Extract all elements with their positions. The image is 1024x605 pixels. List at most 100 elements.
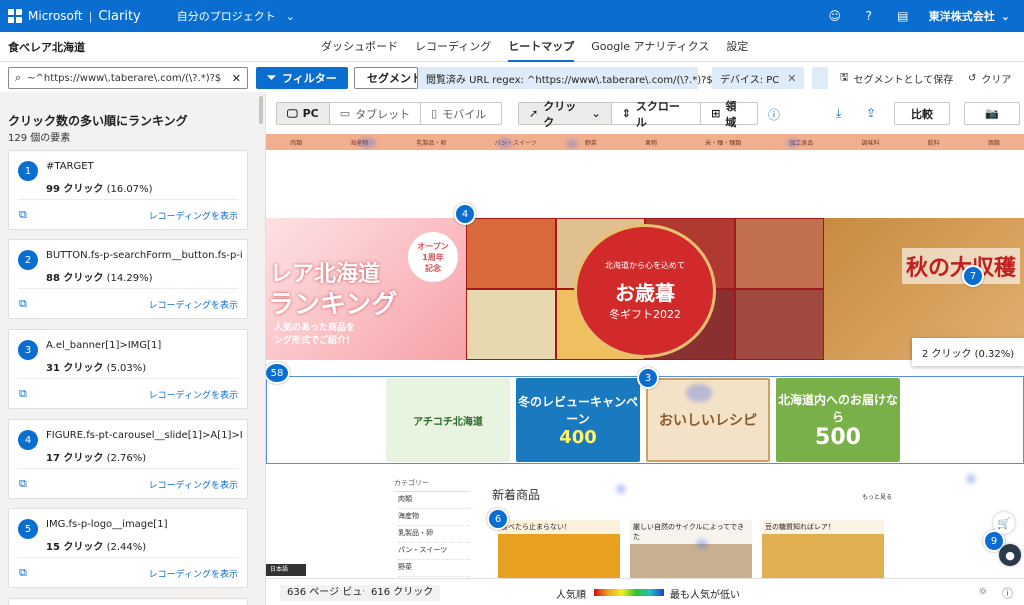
copy-icon[interactable]: ⧉	[19, 297, 27, 311]
view-recordings-link[interactable]: レコーディングを表示	[149, 567, 238, 580]
promo-text: アチコチ北海道	[413, 416, 483, 428]
copy-icon[interactable]: ⧉	[19, 387, 27, 401]
ranking-card[interactable]: 4 FIGURE.fs-pt-carousel__slide[1]>A[1]>I…	[8, 419, 248, 499]
card-divider	[18, 288, 238, 289]
heat-spot	[696, 539, 708, 549]
info-icon[interactable]: ⓘ	[1002, 585, 1013, 601]
category-list: 肉類 海産物 乳製品・卵 パン・スイーツ 野菜 果物	[398, 492, 470, 578]
view-recordings-link[interactable]: レコーディングを表示	[149, 209, 238, 222]
brand[interactable]: Microsoft | Clarity	[8, 9, 141, 24]
filter-button[interactable]: ⏷ フィルター	[256, 67, 348, 89]
more-link: もっと見る	[862, 494, 893, 501]
mode-area-button[interactable]: ⊞ 領域	[701, 100, 757, 129]
document-icon[interactable]: ▤	[895, 8, 911, 24]
brand-separator: |	[88, 9, 93, 23]
share-icon[interactable]: ⇪	[866, 106, 876, 120]
url-filter-chip[interactable]: 閲覧済み URL regex: ^https://www\.taberare\.…	[418, 67, 730, 89]
project-selector[interactable]: 自分のプロジェクト ⌄	[177, 8, 295, 24]
click-count: 31 クリック (5.03%)	[46, 363, 147, 374]
camera-icon: 📷	[985, 107, 999, 120]
top-bar: Microsoft | Clarity 自分のプロジェクト ⌄ ☺ ? ▤ 東洋…	[0, 0, 1024, 32]
site-nav-item: 米・麺・麺類	[705, 139, 742, 147]
promo-banners: アチコチ北海道 冬のレビューキャンペーン 400 おいしいレシピ 北海道内へのお…	[386, 378, 906, 462]
remove-chip-icon[interactable]: ✕	[787, 72, 796, 85]
legend-hot-label: 人気順	[556, 590, 586, 601]
heat-legend-gradient	[594, 589, 664, 596]
heatmap-mode-switcher: ➚ クリック ⌄ ⇕ スクロール ⊞ 領域	[518, 100, 758, 129]
device-tablet-label: タブレット	[355, 107, 411, 121]
segment-button-label: セグメント	[367, 72, 418, 85]
ranking-card-partial[interactable]	[8, 598, 248, 605]
more-chips-indicator[interactable]	[812, 67, 828, 89]
info-icon[interactable]: ⓘ	[768, 106, 780, 123]
copy-icon[interactable]: ⧉	[19, 208, 27, 222]
card-divider	[18, 199, 238, 200]
click-total: 616 クリック	[364, 585, 441, 601]
panel-scrollbar[interactable]	[259, 96, 263, 124]
view-recordings-link[interactable]: レコーディングを表示	[149, 388, 238, 401]
click-marker[interactable]: 3	[637, 367, 659, 389]
ranking-card[interactable]: 5 IMG.fs-p-logo__image[1] 15 クリック (2.44%…	[8, 508, 248, 588]
device-pc-button[interactable]: 🖵 PC	[277, 103, 330, 124]
click-marker[interactable]: 7	[962, 265, 984, 287]
save-icon: 🖫	[840, 71, 849, 83]
clear-search-icon[interactable]: ✕	[232, 72, 241, 85]
element-selector: BUTTON.fs-p-searchForm__button.fs-p-inpu…	[46, 250, 242, 261]
device-pc-label: PC	[302, 107, 319, 120]
site-nav-item: 野菜	[584, 139, 597, 147]
chevron-down-icon: ⌄	[591, 107, 601, 120]
winter-gift-banner: 北海道から心を込めて お歳暮 冬ギフト2022	[466, 218, 824, 360]
device-tablet-button[interactable]: ▭ タブレット	[330, 103, 422, 124]
click-marker[interactable]: 6	[487, 508, 509, 530]
tab-recordings[interactable]: レコーディング	[415, 32, 491, 62]
heat-spot	[358, 138, 376, 148]
download-icon[interactable]: ⤓	[836, 106, 841, 121]
account-menu[interactable]: 東洋株式会社 ⌄	[929, 8, 1010, 24]
element-selector: A.el_banner[1]>IMG[1]	[46, 340, 162, 351]
banner-heading: ランキング	[268, 290, 398, 320]
scroll-icon: ⇕	[621, 107, 631, 120]
screenshot-button[interactable]: 📷	[964, 102, 1020, 125]
ranking-card[interactable]: 2 BUTTON.fs-p-searchForm__button.fs-p-in…	[8, 239, 248, 319]
feedback-smiley-icon[interactable]: ☺	[827, 8, 843, 24]
promo-big-number: 400	[559, 426, 597, 448]
url-search-box[interactable]: ⌕ ✕	[8, 67, 248, 89]
clear-filters-button[interactable]: ↺ クリア	[968, 67, 1011, 89]
view-recordings-link[interactable]: レコーディングを表示	[149, 298, 238, 311]
site-nav-item: 酒類	[987, 139, 1000, 147]
tab-google-analytics[interactable]: Google アナリティクス	[591, 32, 709, 62]
device-mobile-button[interactable]: ▯ モバイル	[421, 103, 496, 124]
heatmap-viewport[interactable]: 肉類 海産物 乳製品・卵 パン・スイーツ 野菜 果物 米・麺・麺類 加工食品 調…	[266, 134, 1024, 578]
segment-button[interactable]: セグメント	[354, 67, 418, 89]
cart-icon[interactable]: 🛒	[993, 512, 1015, 534]
mode-scroll-button[interactable]: ⇕ スクロール	[612, 100, 702, 129]
chat-icon[interactable]: ●	[999, 544, 1021, 566]
promo-banner: アチコチ北海道	[386, 378, 510, 462]
rank-badge: 1	[18, 161, 38, 181]
category-item: 海産物	[398, 509, 470, 526]
chevron-down-icon: ⌄	[285, 9, 295, 23]
save-as-segment-button[interactable]: 🖫 セグメントとして保存	[840, 67, 953, 89]
device-filter-chip[interactable]: デバイス: PC ✕	[712, 67, 804, 89]
copy-icon[interactable]: ⧉	[19, 566, 27, 580]
save-as-segment-label: セグメントとして保存	[853, 74, 954, 86]
help-icon[interactable]: ?	[861, 8, 877, 24]
tab-dashboard[interactable]: ダッシュボード	[321, 32, 398, 62]
compare-button[interactable]: 比較	[894, 102, 950, 125]
url-search-input[interactable]	[27, 72, 226, 84]
reset-icon: ↺	[968, 72, 977, 84]
settings-sun-icon[interactable]: ☼	[978, 585, 988, 598]
click-marker[interactable]: 4	[454, 203, 476, 225]
desktop-icon: 🖵	[287, 106, 298, 120]
mode-area-label: 領域	[725, 99, 737, 129]
copy-icon[interactable]: ⧉	[19, 477, 27, 491]
category-item: 肉類	[398, 492, 470, 509]
tab-heatmaps[interactable]: ヒートマップ	[508, 32, 575, 62]
view-recordings-link[interactable]: レコーディングを表示	[149, 478, 238, 491]
ranking-card[interactable]: 1 #TARGET 99 クリック (16.07%) ⧉ レコーディングを表示	[8, 150, 248, 230]
ranking-card[interactable]: 3 A.el_banner[1]>IMG[1] 31 クリック (5.03%) …	[8, 329, 248, 409]
promo-text: 冬のレビューキャンペーン	[517, 394, 638, 426]
chevron-down-icon: ⌄	[1000, 9, 1010, 23]
mode-click-button[interactable]: ➚ クリック ⌄	[519, 100, 612, 129]
tab-settings[interactable]: 設定	[726, 32, 748, 62]
